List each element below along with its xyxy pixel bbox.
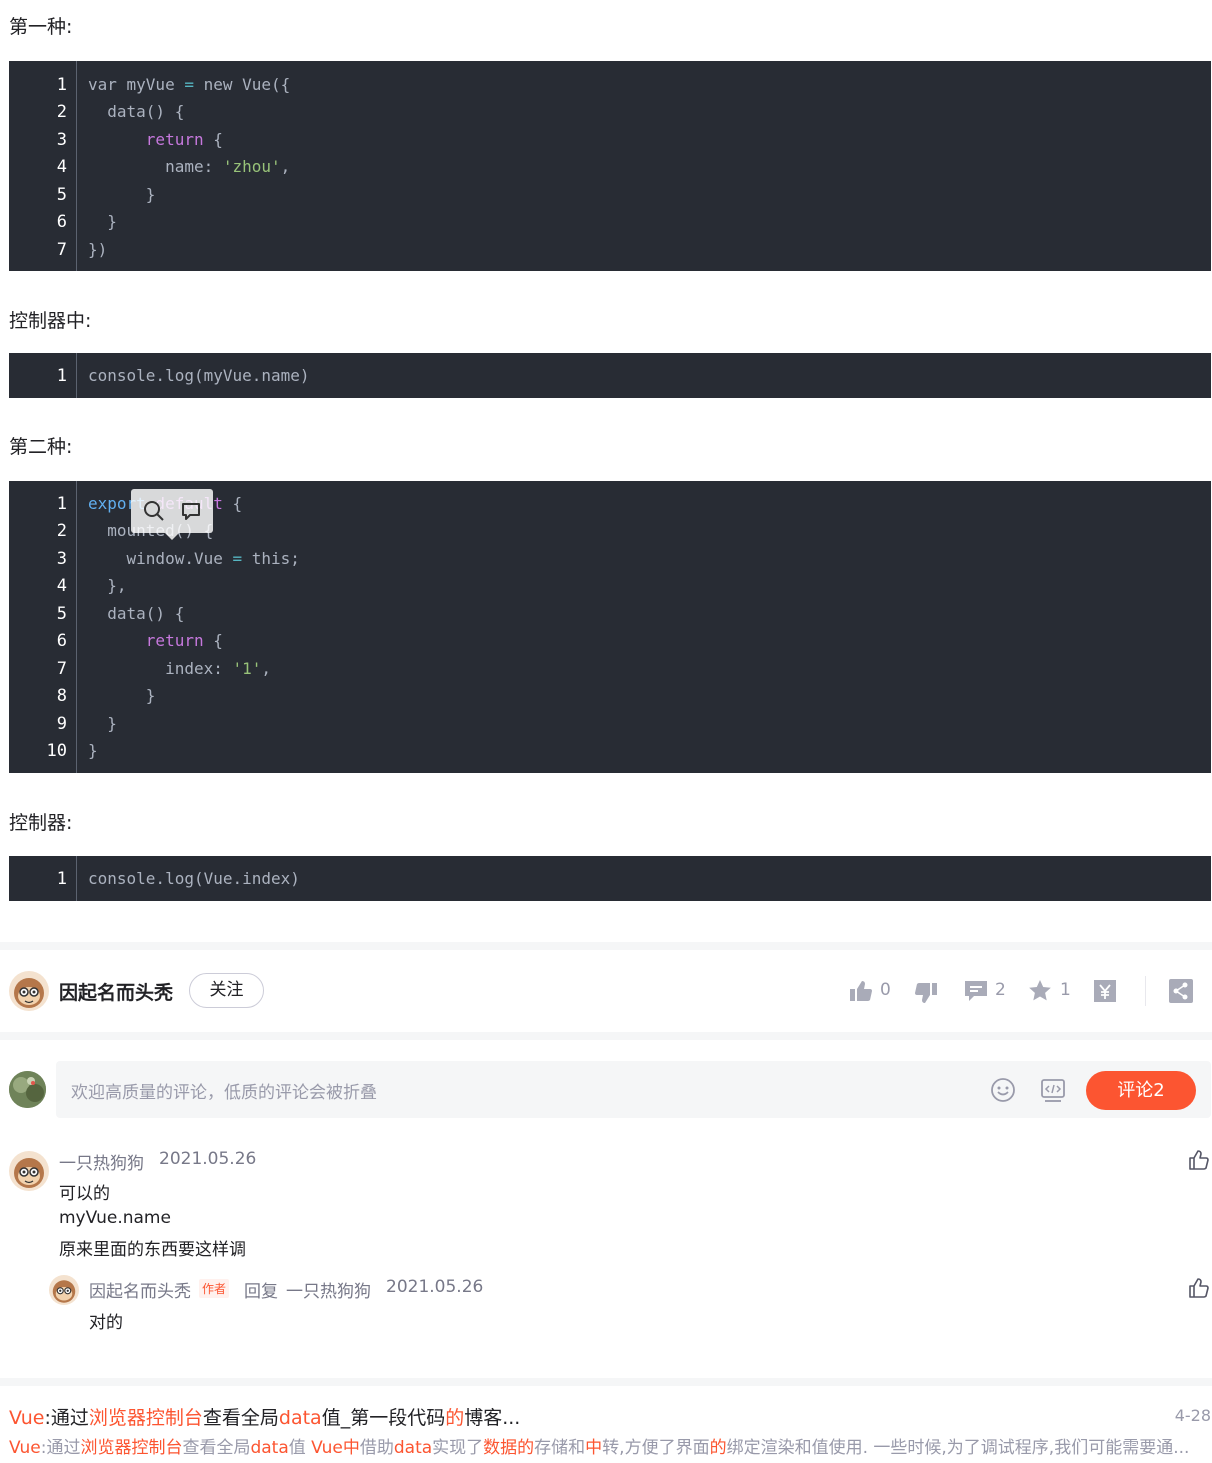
code-line: } — [88, 741, 98, 760]
section-separator — [0, 1032, 1212, 1040]
like-count: 0 — [880, 980, 891, 1000]
paragraph-console-1: 控制器中: — [9, 310, 92, 332]
comment-input[interactable]: 欢迎高质量的评论，低质的评论会被折叠 — [56, 1061, 1211, 1118]
code-block-2: 1 console.log(myVue.name) — [9, 353, 1211, 398]
code-line: data() { — [88, 604, 185, 623]
comment-text-line: 原来里面的东西要这样调 — [59, 1240, 246, 1260]
reply-date: 2021.05.26 — [386, 1277, 484, 1297]
line-number: 7 — [56, 659, 67, 679]
code-selection-tooltip — [131, 489, 213, 540]
share-icon[interactable] — [1168, 978, 1194, 1004]
line-number: 1 — [56, 494, 67, 514]
line-number: 1 — [56, 366, 67, 386]
code-line: return { — [145, 631, 223, 650]
reply-word: 回复 — [244, 1282, 278, 1302]
tooltip-arrow — [165, 533, 179, 540]
line-number: 9 — [56, 714, 67, 734]
code-line: return { — [145, 130, 223, 149]
line-number: 1 — [56, 75, 67, 95]
line-number: 1 — [56, 869, 67, 889]
code-line: data() { — [88, 102, 185, 121]
section-separator — [0, 942, 1212, 950]
recommended-article-title[interactable]: Vue:通过浏览器控制台查看全局data值_第一段代码的博客... — [9, 1403, 520, 1430]
star-icon[interactable] — [1027, 978, 1053, 1004]
code-line: } — [88, 212, 117, 231]
code-line: console.log(myVue.name) — [88, 366, 310, 385]
line-number: 6 — [56, 631, 67, 651]
comment-input-placeholder: 欢迎高质量的评论，低质的评论会被折叠 — [71, 1083, 377, 1103]
code-block-1: 1 var myVue = new Vue({ 2 data() { 3 retu… — [9, 61, 1211, 271]
code-insert-icon[interactable] — [1040, 1077, 1066, 1103]
comment-icon[interactable] — [179, 499, 203, 523]
line-number: 10 — [46, 741, 67, 761]
comment-count: 2 — [995, 980, 1006, 1000]
line-number: 2 — [56, 521, 67, 541]
code-line: } — [88, 185, 156, 204]
line-number: 6 — [56, 212, 67, 232]
line-number: 8 — [56, 686, 67, 706]
code-block-4: 1 console.log(Vue.index) — [9, 856, 1211, 901]
author-badge: 作者 — [199, 1279, 230, 1298]
code-line: } — [88, 714, 117, 733]
author-name[interactable]: 因起名而头秃 — [59, 978, 173, 1005]
thumbs-up-icon[interactable] — [848, 978, 874, 1004]
toolbar-divider — [1145, 976, 1146, 1006]
paragraph-second-method: 第二种: — [9, 436, 73, 458]
comment-username[interactable]: 一只热狗狗 — [59, 1149, 144, 1174]
reward-icon[interactable] — [1092, 978, 1118, 1004]
line-number: 2 — [56, 102, 67, 122]
paragraph-first-method: 第一种: — [9, 16, 73, 38]
reply-like-icon[interactable] — [1188, 1277, 1210, 1299]
paragraph-console-2: 控制器: — [9, 812, 73, 834]
recommended-article-date: 4-28 — [1174, 1406, 1211, 1425]
line-number: 3 — [56, 130, 67, 150]
submit-comment-button[interactable]: 评论2 — [1086, 1071, 1196, 1110]
author-avatar[interactable] — [9, 971, 49, 1011]
comment-like-icon[interactable] — [1188, 1149, 1210, 1171]
code-line: } — [88, 686, 156, 705]
line-number: 4 — [56, 576, 67, 596]
code-line: var myVue = new Vue({ — [88, 75, 291, 94]
collect-count: 1 — [1060, 980, 1071, 1000]
reply-username[interactable]: 因起名而头秃 — [89, 1277, 191, 1302]
line-number: 7 — [56, 240, 67, 260]
code-line: }) — [88, 240, 108, 259]
line-number: 5 — [56, 185, 67, 205]
code-line: index: '1', — [88, 659, 272, 678]
reply-text: 对的 — [89, 1313, 123, 1333]
code-line: window.Vue = this; — [88, 549, 300, 568]
current-user-avatar — [9, 1071, 46, 1108]
section-separator — [0, 1378, 1212, 1386]
comment-text-line: myVue.name — [59, 1208, 171, 1228]
reply-to-username[interactable]: 一只热狗狗 — [286, 1277, 371, 1302]
reply-avatar[interactable] — [49, 1275, 79, 1305]
code-line: console.log(Vue.index) — [88, 869, 300, 888]
thumbs-down-icon[interactable] — [913, 980, 939, 1006]
line-number: 4 — [56, 157, 67, 177]
search-icon[interactable] — [142, 499, 166, 523]
line-number: 5 — [56, 604, 67, 624]
comment-date: 2021.05.26 — [159, 1149, 257, 1169]
code-line: name: 'zhou', — [88, 157, 291, 176]
follow-button[interactable]: 关注 — [189, 973, 264, 1008]
comment-text-line: 可以的 — [59, 1184, 110, 1204]
line-number: 3 — [56, 549, 67, 569]
comment-icon[interactable] — [963, 978, 989, 1004]
commenter-avatar[interactable] — [9, 1151, 49, 1191]
emoji-icon[interactable] — [990, 1077, 1016, 1103]
recommended-article-description[interactable]: Vue:通过浏览器控制台查看全局data值 Vue中借助data实现了数据的存储… — [9, 1433, 1209, 1458]
code-line: }, — [88, 576, 127, 595]
